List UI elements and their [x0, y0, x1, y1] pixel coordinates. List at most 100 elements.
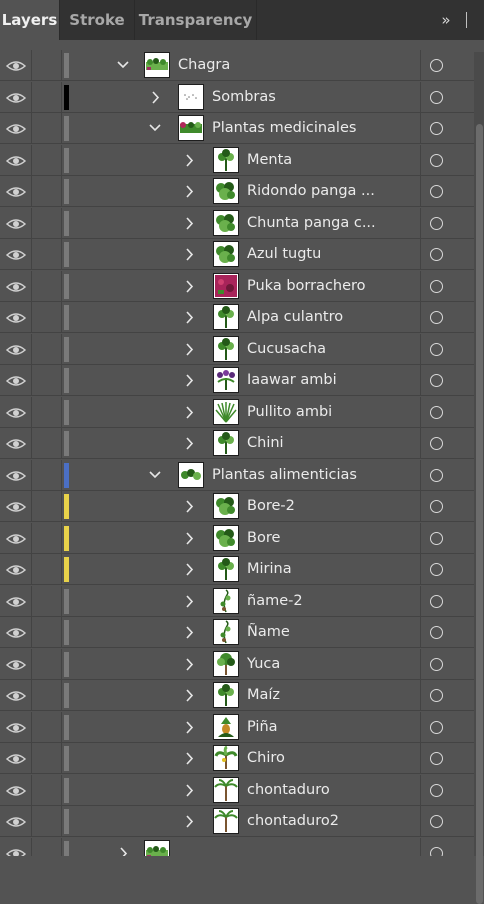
target-circle-icon[interactable]: [430, 405, 443, 419]
tab-stroke[interactable]: Stroke: [60, 0, 135, 40]
layer-row[interactable]: Alpa culantro: [0, 302, 476, 333]
visibility-toggle[interactable]: [0, 837, 32, 856]
visibility-toggle[interactable]: [0, 774, 32, 806]
layer-row[interactable]: Iaawar ambi: [0, 365, 476, 396]
lock-toggle[interactable]: [32, 806, 62, 837]
lock-toggle[interactable]: [32, 270, 62, 302]
layer-name[interactable]: Ñame: [247, 617, 290, 648]
layer-row[interactable]: Chagra: [0, 50, 476, 81]
layer-name[interactable]: Alpa culantro: [247, 302, 343, 333]
layer-name[interactable]: Bore-2: [247, 491, 295, 522]
visibility-toggle[interactable]: [0, 491, 32, 522]
target-circle-icon[interactable]: [430, 248, 443, 261]
visibility-toggle[interactable]: [0, 428, 32, 459]
lock-toggle[interactable]: [32, 837, 62, 856]
target-circle-icon[interactable]: [430, 846, 443, 856]
layer-name[interactable]: Puka borrachero: [247, 271, 366, 302]
chevron-right-icon[interactable]: [182, 806, 200, 837]
chevron-right-icon[interactable]: [182, 302, 200, 333]
layer-name[interactable]: Ridondo panga ...: [247, 176, 375, 207]
layer-row[interactable]: Chini: [0, 428, 476, 459]
layer-name[interactable]: chontaduro2: [247, 806, 339, 837]
layer-row[interactable]: Mirina: [0, 554, 476, 585]
lock-toggle[interactable]: [32, 585, 62, 617]
chevron-right-icon[interactable]: [182, 586, 200, 617]
chevron-down-icon[interactable]: [148, 113, 166, 144]
visibility-toggle[interactable]: [0, 648, 32, 680]
layer-row[interactable]: Cucusacha: [0, 333, 476, 365]
layer-name[interactable]: Cucusacha: [247, 334, 326, 365]
layer-name[interactable]: Chini: [247, 428, 284, 459]
lock-toggle[interactable]: [32, 617, 62, 648]
scrollbar[interactable]: [474, 52, 484, 904]
visibility-toggle[interactable]: [0, 207, 32, 239]
chevron-right-icon[interactable]: [182, 775, 200, 806]
target-circle-icon[interactable]: [430, 783, 443, 797]
layer-row[interactable]: Plantas alimenticias: [0, 459, 476, 491]
tab-transparency[interactable]: Transparency: [135, 0, 257, 40]
chevron-right-icon[interactable]: [182, 239, 200, 270]
target-circle-icon[interactable]: [430, 153, 443, 167]
lock-toggle[interactable]: [32, 428, 62, 459]
layer-name[interactable]: Plantas medicinales: [212, 113, 356, 144]
layer-row[interactable]: Piña: [0, 711, 476, 743]
chevron-right-icon[interactable]: [182, 208, 200, 239]
visibility-toggle[interactable]: [0, 680, 32, 711]
layer-row[interactable]: Pullito ambi: [0, 396, 476, 428]
visibility-toggle[interactable]: [0, 113, 32, 144]
visibility-toggle[interactable]: [0, 50, 32, 81]
chevron-down-icon[interactable]: [116, 50, 134, 81]
layer-row[interactable]: Azul tugtu: [0, 239, 476, 270]
layer-name[interactable]: Yuca: [247, 649, 280, 680]
layer-row[interactable]: [0, 837, 476, 856]
target-circle-icon[interactable]: [430, 90, 443, 104]
target-circle-icon[interactable]: [430, 531, 443, 545]
visibility-toggle[interactable]: [0, 144, 32, 176]
target-circle-icon[interactable]: [430, 563, 443, 576]
layer-row[interactable]: ñame-2: [0, 585, 476, 617]
target-circle-icon[interactable]: [430, 342, 443, 356]
scrollbar-thumb[interactable]: [476, 124, 483, 904]
chevron-right-icon[interactable]: [182, 554, 200, 585]
lock-toggle[interactable]: [32, 522, 62, 554]
target-circle-icon[interactable]: [430, 311, 443, 324]
layer-name[interactable]: Bore: [247, 523, 280, 554]
target-circle-icon[interactable]: [430, 279, 443, 293]
visibility-toggle[interactable]: [0, 176, 32, 207]
target-circle-icon[interactable]: [430, 626, 443, 639]
layer-row[interactable]: Puka borrachero: [0, 270, 476, 302]
chevron-right-icon[interactable]: [182, 145, 200, 176]
layer-name[interactable]: Menta: [247, 145, 292, 176]
lock-toggle[interactable]: [32, 396, 62, 428]
visibility-toggle[interactable]: [0, 522, 32, 554]
target-circle-icon[interactable]: [430, 752, 443, 765]
layer-name[interactable]: Pullito ambi: [247, 397, 332, 428]
chevron-right-icon[interactable]: [182, 334, 200, 365]
layer-row[interactable]: Bore-2: [0, 491, 476, 522]
lock-toggle[interactable]: [32, 680, 62, 711]
visibility-toggle[interactable]: [0, 806, 32, 837]
chevron-right-icon[interactable]: [182, 680, 200, 711]
lock-toggle[interactable]: [32, 365, 62, 396]
lock-toggle[interactable]: [32, 239, 62, 270]
layer-row[interactable]: Bore: [0, 522, 476, 554]
target-circle-icon[interactable]: [430, 185, 443, 198]
target-circle-icon[interactable]: [430, 468, 443, 482]
layer-name[interactable]: Sombras: [212, 82, 276, 113]
chevron-right-icon[interactable]: [182, 649, 200, 680]
layer-name[interactable]: chontaduro: [247, 775, 330, 806]
target-circle-icon[interactable]: [430, 437, 443, 450]
layer-name[interactable]: Plantas alimenticias: [212, 460, 357, 491]
layer-row[interactable]: Chiro: [0, 743, 476, 774]
target-circle-icon[interactable]: [430, 815, 443, 828]
lock-toggle[interactable]: [32, 81, 62, 113]
chevron-right-icon[interactable]: [182, 176, 200, 207]
layer-row[interactable]: Plantas medicinales: [0, 113, 476, 144]
target-circle-icon[interactable]: [430, 500, 443, 513]
visibility-toggle[interactable]: [0, 365, 32, 396]
layer-name[interactable]: Chagra: [178, 50, 230, 81]
visibility-toggle[interactable]: [0, 270, 32, 302]
layer-name[interactable]: Mirina: [247, 554, 292, 585]
layer-row[interactable]: Ñame: [0, 617, 476, 648]
visibility-toggle[interactable]: [0, 459, 32, 491]
